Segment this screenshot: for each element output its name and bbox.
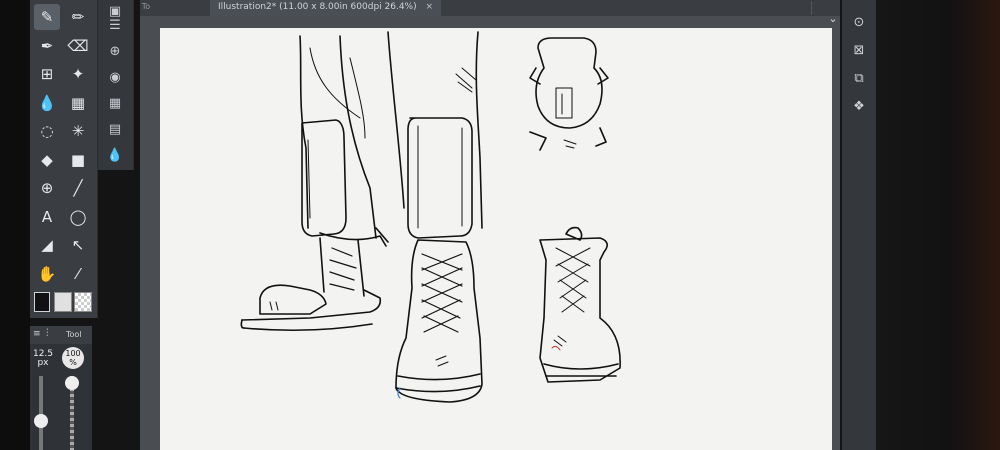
tool-label: Tool — [66, 330, 82, 339]
grid-tool-icon[interactable]: ▦ — [65, 90, 91, 116]
opacity-knob[interactable] — [65, 376, 79, 390]
sub-color-swatch[interactable] — [54, 292, 72, 312]
document-tab-title: Illustration2* (11.00 x 8.00in 600dpi 26… — [218, 2, 417, 12]
gradient-tool-icon[interactable]: ■ — [65, 147, 91, 173]
brush-tool-icon[interactable]: ✒ — [34, 33, 60, 59]
layer-search-icon[interactable]: ⧉ — [849, 68, 869, 88]
brush-size-slider[interactable] — [39, 376, 43, 450]
sliders-icon[interactable]: ⫶ — [46, 328, 49, 339]
navigator-icon[interactable]: ▤ — [104, 118, 126, 140]
ruler-tool-icon[interactable]: ◢ — [34, 232, 60, 258]
main-color-swatch[interactable] — [34, 292, 50, 312]
right-panel-toolbar: ⊙ ⊠ ⧉ ❖ — [842, 0, 876, 450]
eraser-tool-icon[interactable]: ⌫ — [65, 33, 91, 59]
line-tool-icon[interactable]: ╱ — [65, 175, 91, 201]
eyedropper-tool-icon[interactable]: ⁄ — [65, 261, 91, 287]
previous-tab[interactable]: To — [140, 0, 152, 16]
magic-wand-icon[interactable]: ✳ — [65, 118, 91, 144]
pencil-tool-icon[interactable]: ✏ — [65, 4, 91, 30]
opacity-readout[interactable]: 100 % — [62, 347, 84, 369]
brush-size-knob[interactable] — [34, 414, 48, 428]
tool-palette: ✎ ✏ ✒ ⌫ ⊞ ✦ 💧 ▦ ◌ ✳ ◆ ■ ⊕ ╱ A ◯ ◢ ↖ ✋ ⁄ — [30, 0, 98, 318]
operation-tool-icon[interactable]: ↖ — [65, 232, 91, 258]
close-tab-icon[interactable]: × — [426, 2, 434, 12]
material-icon[interactable]: ▦ — [104, 92, 126, 114]
document-tab-bar: To Illustration2* (11.00 x 8.00in 600dpi… — [140, 0, 840, 53]
move-layer-icon[interactable]: ⊕ — [34, 175, 60, 201]
collapse-icon[interactable]: ⌄ — [826, 12, 840, 26]
boot-sketch-artwork — [240, 31, 621, 403]
opacity-unit: % — [69, 358, 77, 367]
brush-size-panel: ≡ ⫶ Tool 12.5 px 100 % — [30, 326, 92, 450]
navigator-icon[interactable]: ⊙ — [849, 12, 869, 32]
layer-property-icon[interactable]: ⊠ — [849, 40, 869, 60]
add-icon[interactable]: ⊕ — [104, 40, 126, 62]
screen-bezel-left — [0, 0, 30, 450]
balloon-tool-icon[interactable]: ◯ — [65, 204, 91, 230]
sub-tool-palette: ▣ ☰ ⊕ ◉ ▦ ▤ 💧 — [98, 0, 134, 170]
layers-icon[interactable]: ❖ — [849, 96, 869, 116]
transparent-color-swatch[interactable] — [74, 292, 92, 312]
text-tool-icon[interactable]: A — [34, 204, 60, 230]
opacity-value: 100 — [65, 349, 81, 358]
bucket-tool-icon[interactable]: ◆ — [34, 147, 60, 173]
brush-panel-header: ≡ ⫶ Tool — [30, 326, 92, 344]
lasso-tool-icon[interactable]: ◌ — [34, 118, 60, 144]
sparkle-tool-icon[interactable]: ✦ — [65, 61, 91, 87]
sliders-icon[interactable]: ☰ — [104, 14, 126, 36]
fill-tool-icon[interactable]: ⊞ — [34, 61, 60, 87]
brush-size-unit: px — [37, 358, 49, 368]
drawing-canvas[interactable] — [160, 28, 832, 450]
hand-tool-icon[interactable]: ✋ — [34, 261, 60, 287]
document-tab[interactable]: Illustration2* (11.00 x 8.00in 600dpi 26… — [210, 0, 442, 16]
menu-icon[interactable]: ≡ — [33, 329, 41, 339]
pen-tool-icon[interactable]: ✎ — [34, 4, 60, 30]
screen-bezel-right — [876, 0, 1000, 450]
blend-tool-icon[interactable]: 💧 — [34, 90, 60, 116]
brush-size-readout: 12.5 px — [32, 350, 54, 368]
layer-icon[interactable]: ◉ — [104, 66, 126, 88]
color-drops-icon[interactable]: 💧 — [104, 144, 126, 166]
